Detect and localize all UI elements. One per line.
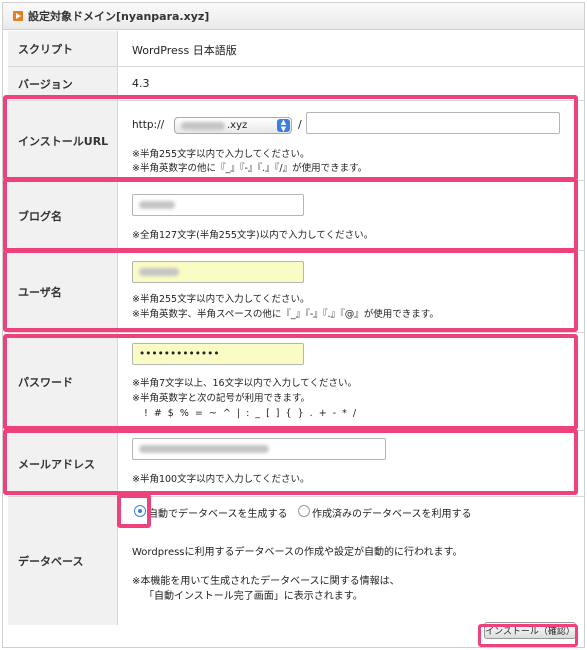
db-note-1: ※本機能を用いて生成されたデータベースに関する情報は、 [132, 576, 400, 587]
panel-title: 設定対象ドメイン[nyanpara.xyz] [28, 10, 210, 23]
script-value: WordPress 日本語版 [132, 44, 237, 57]
db-description: Wordpressに利用するデータベースの作成や設定が自動的に行われます。 [132, 547, 463, 558]
db-auto-option-label[interactable]: 自動でデータベースを生成する [148, 505, 288, 520]
script-label: スクリプト [8, 31, 118, 66]
highlight-install-button [478, 624, 578, 647]
highlight-password [3, 334, 578, 430]
highlight-email [3, 429, 578, 495]
highlight-db-radio [117, 494, 151, 528]
db-existing-option-label[interactable]: 作成済みのデータベースを利用する [312, 505, 472, 520]
row-database: データベース 自動でデータベースを生成する 作成済みのデータベースを利用する W… [8, 497, 584, 625]
panel-header: 設定対象ドメイン[nyanpara.xyz] [3, 3, 584, 30]
highlight-install-url [3, 95, 578, 181]
db-note-2: 「自動インストール完了画面」に表示されます。 [144, 591, 363, 602]
highlight-user-name [3, 249, 578, 332]
row-script: スクリプト WordPress 日本語版 [8, 31, 584, 67]
database-label: データベース [8, 497, 118, 625]
highlight-blog-name [3, 178, 578, 252]
arrow-right-icon [13, 11, 23, 21]
db-existing-radio[interactable] [298, 505, 310, 517]
version-value: 4.3 [132, 77, 150, 90]
